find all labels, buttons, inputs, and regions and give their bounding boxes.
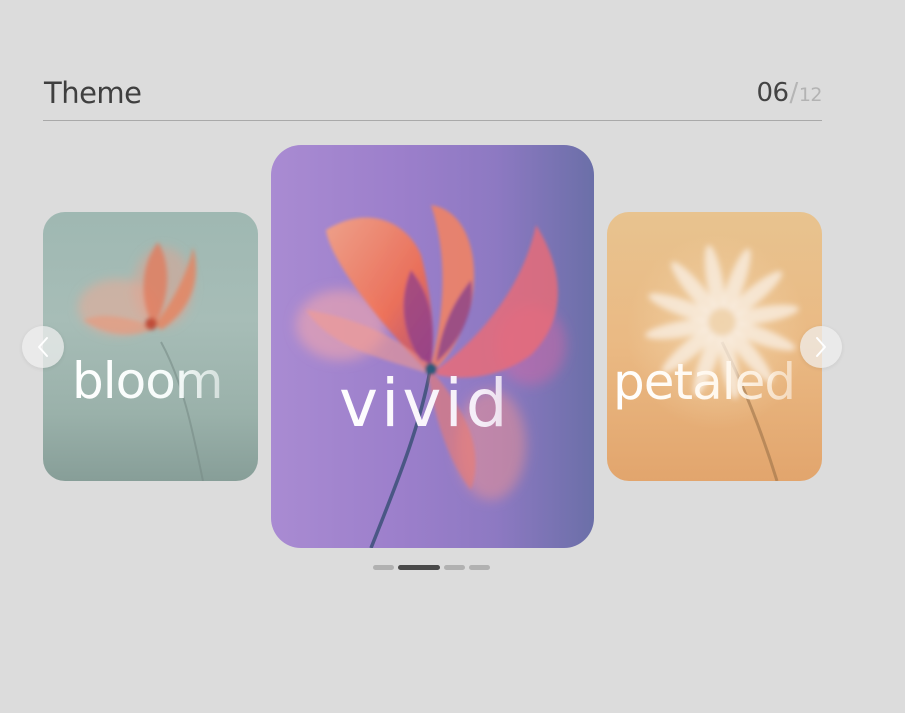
theme-card-petaled[interactable]: petaled [607, 212, 822, 481]
card-label: petaled [613, 353, 822, 411]
counter-separator: / [789, 78, 799, 108]
flower-image [645, 245, 799, 481]
pagination-dots [373, 565, 490, 571]
previous-button[interactable] [22, 326, 64, 368]
flower-image [296, 205, 566, 548]
chevron-left-icon [38, 337, 48, 357]
slide-counter: 06/12 [756, 78, 822, 108]
total-count: 12 [798, 84, 823, 106]
pagination-dot-active[interactable] [398, 565, 440, 570]
chevron-right-icon [816, 337, 826, 357]
header: Theme 06/12 [43, 72, 823, 121]
pagination-dot[interactable] [373, 565, 394, 570]
current-index: 06 [756, 78, 789, 108]
card-label: vivid [339, 365, 594, 442]
next-button[interactable] [800, 326, 842, 368]
theme-card-vivid[interactable]: vivid [271, 145, 594, 548]
card-label: bloom [72, 352, 258, 410]
pagination-dot[interactable] [469, 565, 490, 570]
flower-image [78, 242, 204, 481]
page-title: Theme [44, 76, 142, 110]
theme-card-bloom[interactable]: bloom [43, 212, 258, 481]
pagination-dot[interactable] [444, 565, 465, 570]
